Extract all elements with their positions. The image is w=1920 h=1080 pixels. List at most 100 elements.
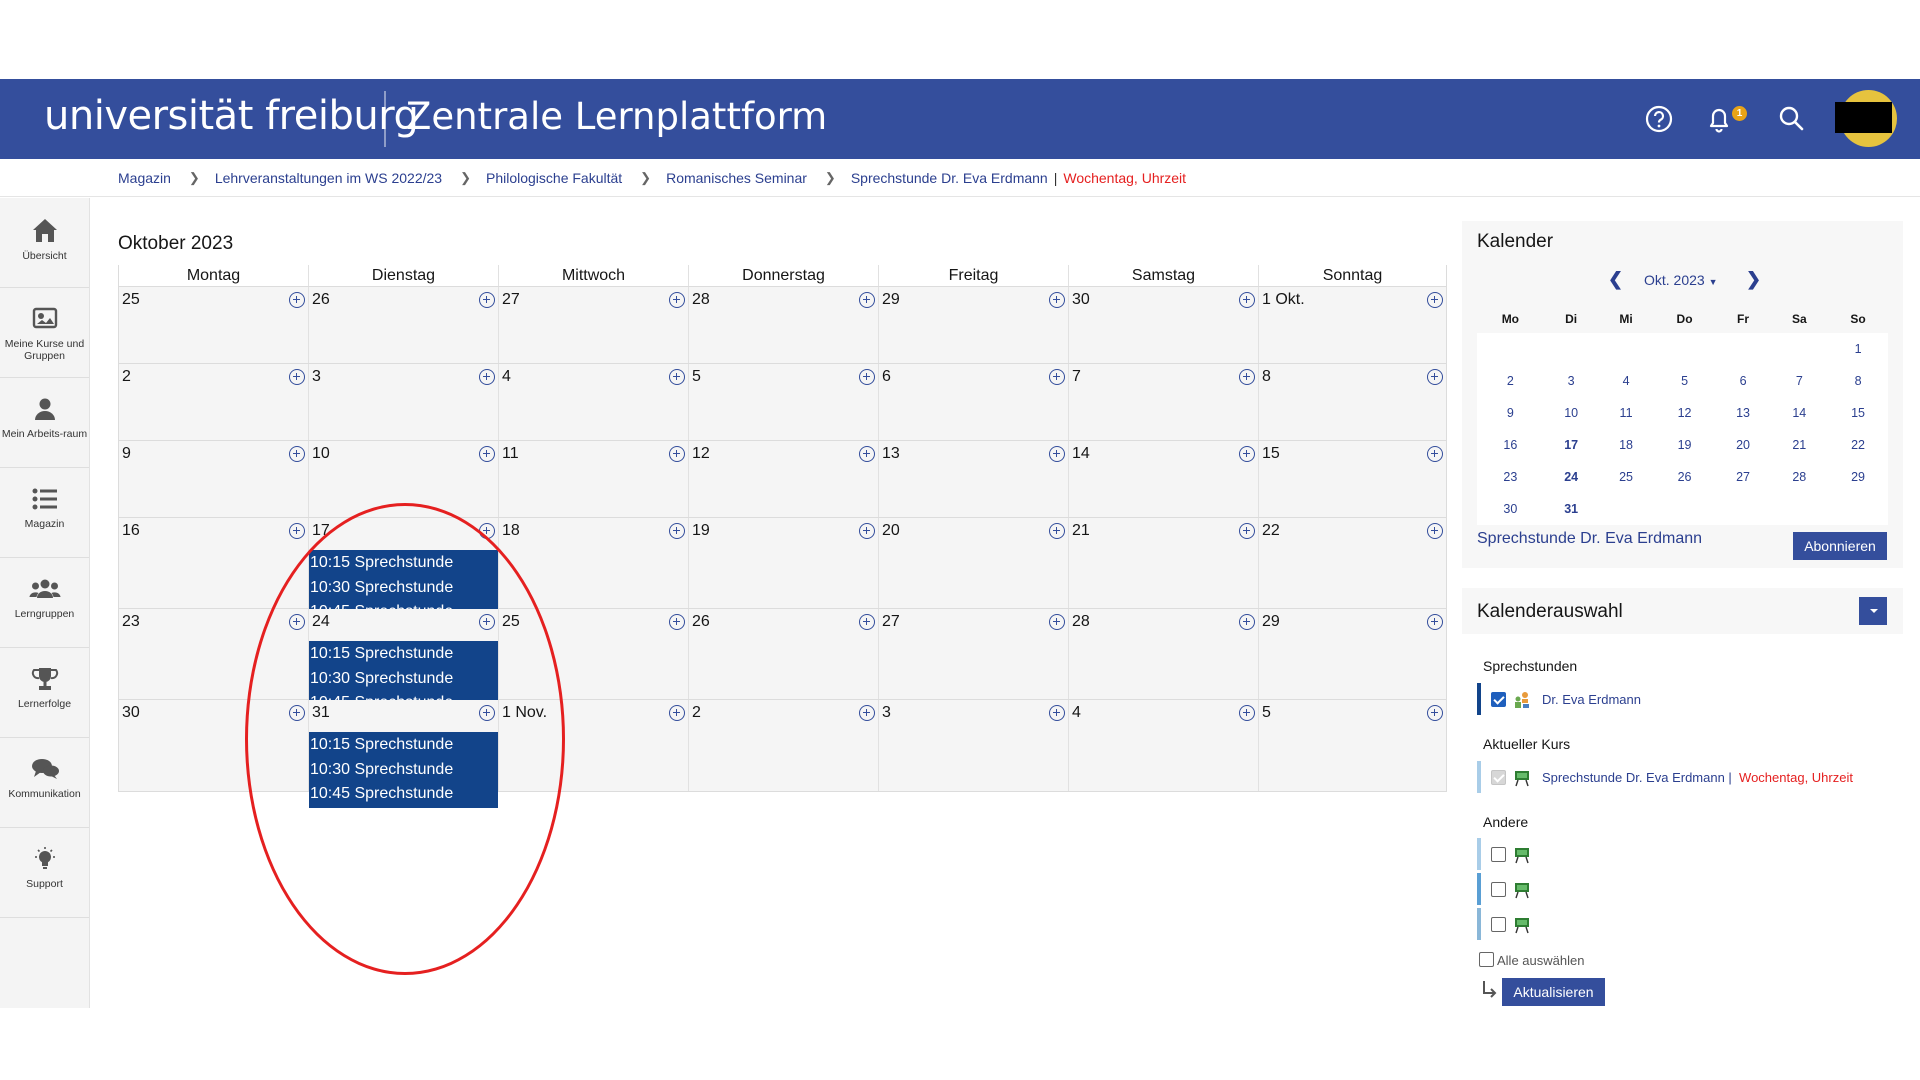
- day-cell[interactable]: 6: [879, 364, 1069, 440]
- mini-day[interactable]: 6: [1716, 365, 1771, 397]
- nav-lerngruppen[interactable]: Lerngruppen: [0, 558, 89, 648]
- add-event-icon[interactable]: [669, 369, 685, 385]
- day-number[interactable]: 12: [692, 445, 710, 463]
- day-number[interactable]: 31: [312, 704, 330, 722]
- day-number[interactable]: 1 Okt.: [1262, 291, 1305, 309]
- add-event-icon[interactable]: [479, 523, 495, 539]
- nav-lernerfolge[interactable]: Lernerfolge: [0, 648, 89, 738]
- add-event-icon[interactable]: [289, 614, 305, 630]
- bell-icon[interactable]: [1701, 101, 1737, 137]
- day-number[interactable]: 25: [122, 291, 140, 309]
- day-cell[interactable]: 10: [309, 441, 499, 517]
- day-number[interactable]: 22: [1262, 522, 1280, 540]
- mini-day[interactable]: 27: [1716, 461, 1771, 493]
- day-number[interactable]: 4: [502, 368, 511, 386]
- chevron-left-icon[interactable]: ❮: [1608, 269, 1623, 290]
- calendar-event[interactable]: 10:30 Sprechstunde: [310, 758, 498, 783]
- day-number[interactable]: 30: [122, 704, 140, 722]
- mini-day[interactable]: 10: [1544, 397, 1599, 429]
- mini-day[interactable]: 20: [1716, 429, 1771, 461]
- add-event-icon[interactable]: [859, 369, 875, 385]
- platform-title[interactable]: Zentrale Lernplattform: [406, 95, 827, 138]
- day-cell[interactable]: 1 Nov.: [499, 700, 689, 791]
- day-cell[interactable]: 18: [499, 518, 689, 608]
- add-event-icon[interactable]: [479, 369, 495, 385]
- day-cell[interactable]: 3: [879, 700, 1069, 791]
- add-event-icon[interactable]: [1049, 446, 1065, 462]
- day-cell[interactable]: 2410:15 Sprechstunde10:30 Sprechstunde10…: [309, 609, 499, 717]
- day-number[interactable]: 14: [1072, 445, 1090, 463]
- day-cell[interactable]: 30: [1069, 287, 1259, 363]
- add-event-icon[interactable]: [479, 705, 495, 721]
- day-number[interactable]: 10: [312, 445, 330, 463]
- mini-day[interactable]: 31: [1544, 493, 1599, 525]
- nav-uebersicht[interactable]: Übersicht: [0, 198, 89, 288]
- calendar-option-andere-3[interactable]: [1477, 908, 1897, 940]
- day-number[interactable]: 9: [122, 445, 131, 463]
- search-icon[interactable]: [1774, 101, 1810, 137]
- day-cell[interactable]: 12: [689, 441, 879, 517]
- day-cell[interactable]: 13: [879, 441, 1069, 517]
- day-cell[interactable]: 27: [499, 287, 689, 363]
- checkbox[interactable]: [1491, 847, 1506, 862]
- nav-support[interactable]: Support: [0, 828, 89, 918]
- day-cell[interactable]: 30: [119, 700, 309, 791]
- add-event-icon[interactable]: [479, 614, 495, 630]
- calendar-event[interactable]: 10:15 Sprechstunde: [310, 733, 498, 758]
- calendar-event[interactable]: 10:15 Sprechstunde: [310, 642, 498, 667]
- day-cell[interactable]: 28: [689, 287, 879, 363]
- mini-day[interactable]: 23: [1477, 461, 1544, 493]
- mini-day[interactable]: 9: [1477, 397, 1544, 429]
- add-event-icon[interactable]: [1427, 705, 1443, 721]
- checkbox[interactable]: [1491, 692, 1506, 707]
- add-event-icon[interactable]: [1239, 705, 1255, 721]
- mini-day[interactable]: 25: [1599, 461, 1654, 493]
- add-event-icon[interactable]: [1239, 614, 1255, 630]
- help-icon[interactable]: [1641, 101, 1677, 137]
- calendar-option-andere-2[interactable]: [1477, 873, 1897, 905]
- add-event-icon[interactable]: [669, 446, 685, 462]
- day-cell[interactable]: 20: [879, 518, 1069, 608]
- day-cell[interactable]: 26: [689, 609, 879, 699]
- day-cell[interactable]: 5: [1259, 700, 1446, 791]
- add-event-icon[interactable]: [669, 705, 685, 721]
- mini-day[interactable]: 8: [1828, 365, 1888, 397]
- mini-day[interactable]: 15: [1828, 397, 1888, 429]
- day-number[interactable]: 6: [882, 368, 891, 386]
- calendar-option-andere-1[interactable]: [1477, 838, 1897, 870]
- day-cell[interactable]: 31 10:15 Sprechstunde 10:30 Sprechstunde 10…: [309, 700, 499, 808]
- day-cell[interactable]: 19: [689, 518, 879, 608]
- add-event-icon[interactable]: [1049, 614, 1065, 630]
- add-event-icon[interactable]: [479, 292, 495, 308]
- day-number[interactable]: 17: [312, 522, 330, 540]
- day-cell[interactable]: 5: [689, 364, 879, 440]
- mini-day[interactable]: 21: [1771, 429, 1829, 461]
- add-event-icon[interactable]: [859, 705, 875, 721]
- add-event-icon[interactable]: [1049, 523, 1065, 539]
- day-number[interactable]: 5: [692, 368, 701, 386]
- day-number[interactable]: 27: [882, 613, 900, 631]
- checkbox[interactable]: [1491, 917, 1506, 932]
- day-cell[interactable]: 8: [1259, 364, 1446, 440]
- add-event-icon[interactable]: [289, 705, 305, 721]
- breadcrumb-magazin[interactable]: Magazin: [118, 170, 171, 186]
- day-cell[interactable]: 26: [309, 287, 499, 363]
- add-event-icon[interactable]: [1427, 292, 1443, 308]
- nav-kommunikation[interactable]: Kommunikation: [0, 738, 89, 828]
- day-number[interactable]: 29: [882, 291, 900, 309]
- add-event-icon[interactable]: [859, 292, 875, 308]
- day-cell[interactable]: 27: [879, 609, 1069, 699]
- nav-arbeitsraum[interactable]: Mein Arbeits-raum: [0, 378, 89, 468]
- mini-day[interactable]: 26: [1653, 461, 1715, 493]
- nav-magazin[interactable]: Magazin: [0, 468, 89, 558]
- day-number[interactable]: 27: [502, 291, 520, 309]
- collapse-toggle[interactable]: [1859, 597, 1887, 625]
- day-number[interactable]: 2: [122, 368, 131, 386]
- add-event-icon[interactable]: [1239, 292, 1255, 308]
- mini-day[interactable]: 24: [1544, 461, 1599, 493]
- day-number[interactable]: 11: [502, 445, 519, 463]
- mini-day[interactable]: 19: [1653, 429, 1715, 461]
- mini-day[interactable]: 14: [1771, 397, 1829, 429]
- day-cell[interactable]: 23: [119, 609, 309, 699]
- calendar-option-sprechstunde[interactable]: Dr. Eva Erdmann: [1477, 683, 1897, 715]
